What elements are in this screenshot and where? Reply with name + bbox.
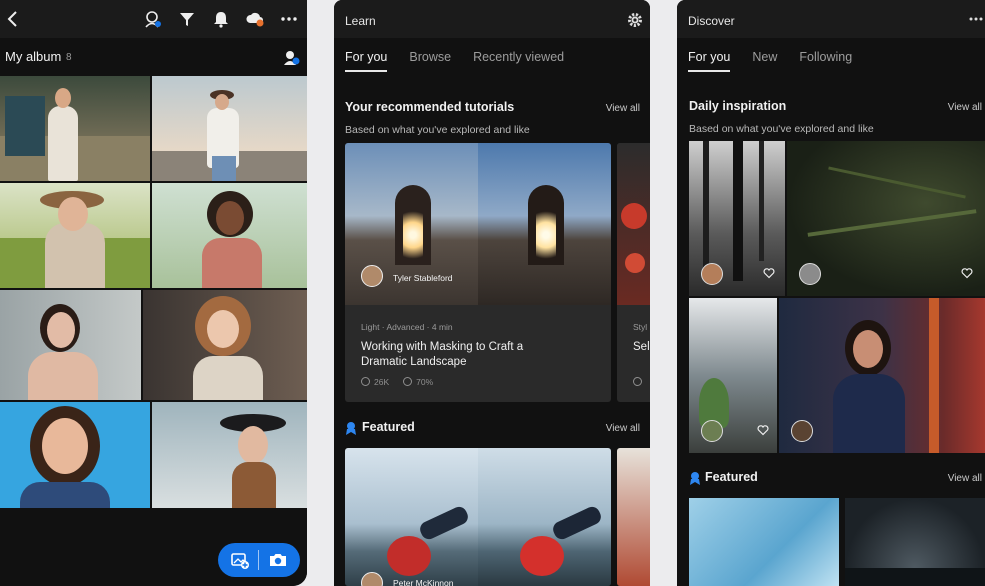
inspiration-photo[interactable]: [779, 298, 985, 453]
avatar: [791, 420, 813, 442]
featured-photo[interactable]: [845, 498, 985, 586]
album-count: 8: [66, 52, 72, 63]
album-photo[interactable]: [0, 402, 150, 508]
discover-header: Discover: [677, 0, 985, 38]
eye-icon: [361, 377, 370, 386]
import-capture-fab[interactable]: [218, 543, 300, 577]
tutorial-stats: [633, 377, 646, 386]
more-icon[interactable]: [969, 16, 983, 22]
section-title: Daily inspiration: [689, 99, 787, 113]
view-all-link[interactable]: View all: [606, 103, 640, 114]
section-subtitle: Based on what you've explored and like: [345, 124, 530, 136]
screenshot-stage: My album 8 Learn For you Browse Recently…: [0, 0, 985, 586]
album-photo[interactable]: [143, 290, 307, 400]
discover-tabs: For you New Following: [688, 50, 852, 72]
tutorial-after-image: [478, 143, 611, 305]
tutorial-title-line-2: Dramatic Landscape: [361, 356, 467, 368]
album-photo[interactable]: [0, 183, 150, 288]
view-all-link[interactable]: View all: [948, 102, 982, 113]
share-album-icon[interactable]: [282, 48, 300, 66]
album-photo[interactable]: [0, 76, 150, 181]
heart-icon[interactable]: [757, 424, 769, 436]
section-title: Featured: [705, 470, 758, 484]
tab-recently-viewed[interactable]: Recently viewed: [473, 50, 564, 72]
cloud-sync-icon[interactable]: [245, 9, 265, 29]
album-screen: My album 8: [0, 0, 307, 586]
album-photo[interactable]: [152, 76, 307, 181]
page-title: Learn: [345, 14, 376, 28]
avatar: [701, 420, 723, 442]
album-photo[interactable]: [152, 402, 307, 508]
tab-following[interactable]: Following: [799, 50, 852, 72]
tab-browse[interactable]: Browse: [409, 50, 451, 72]
more-icon[interactable]: [279, 9, 299, 29]
tutorial-stats: 26K 70%: [361, 377, 433, 387]
author-name: Tyler Stableford: [393, 273, 453, 283]
album-photo[interactable]: [0, 290, 141, 400]
people-search-icon[interactable]: [143, 9, 163, 29]
eye-icon: [633, 377, 642, 386]
inspiration-photo[interactable]: [689, 141, 785, 296]
heart-icon[interactable]: [763, 267, 775, 279]
discover-screen: Discover For you New Following Daily ins…: [677, 0, 985, 586]
section-title: Your recommended tutorials: [345, 100, 515, 114]
fab-divider: [258, 550, 260, 570]
globe-icon: [403, 377, 413, 386]
add-photo-icon[interactable]: [230, 550, 250, 570]
view-all-link[interactable]: View all: [948, 473, 982, 484]
page-title: Discover: [688, 14, 735, 28]
views-stat: 26K: [361, 377, 389, 387]
tab-for-you[interactable]: For you: [345, 50, 388, 72]
heart-icon[interactable]: [961, 267, 973, 279]
rating-value: 70%: [416, 377, 434, 387]
tutorial-card[interactable]: Tyler Stableford Light · Advanced · 4 mi…: [345, 143, 611, 402]
gear-icon[interactable]: [627, 12, 643, 28]
tutorial-title: Sele: [633, 341, 650, 353]
tutorial-next-image: [617, 143, 650, 305]
avatar: [701, 263, 723, 285]
tutorial-card-next[interactable]: Styl Sele: [617, 143, 650, 402]
album-header: My album 8: [0, 38, 307, 76]
camera-icon[interactable]: [268, 550, 288, 570]
tutorial-title-line-1: Working with Masking to Craft a: [361, 341, 524, 353]
album-photo[interactable]: [152, 183, 307, 288]
learn-screen: Learn For you Browse Recently viewed You…: [334, 0, 650, 586]
featured-card-next[interactable]: [617, 448, 650, 586]
view-all-link[interactable]: View all: [606, 423, 640, 434]
inspiration-photo[interactable]: [787, 141, 985, 296]
inspiration-photo[interactable]: [689, 298, 777, 453]
featured-before-image: [345, 448, 478, 586]
tab-for-you[interactable]: For you: [688, 50, 731, 72]
avatar: [361, 265, 383, 287]
album-name: My album: [5, 49, 62, 64]
rating-stat: 70%: [403, 377, 433, 387]
section-title: Featured: [362, 420, 415, 434]
featured-card[interactable]: Peter McKinnon: [345, 448, 611, 586]
bell-icon[interactable]: [211, 9, 231, 29]
featured-icon: [346, 422, 356, 435]
tutorial-meta: Styl: [633, 322, 648, 332]
views-count: 26K: [374, 377, 390, 387]
back-icon[interactable]: [5, 10, 21, 28]
featured-next-image: [617, 448, 650, 586]
featured-photo[interactable]: [689, 498, 839, 586]
learn-tabs: For you Browse Recently viewed: [345, 50, 564, 72]
tab-new[interactable]: New: [752, 50, 777, 72]
avatar: [799, 263, 821, 285]
author-name: Peter McKinnon: [393, 578, 454, 586]
section-subtitle: Based on what you've explored and like: [689, 123, 874, 135]
learn-header: Learn: [334, 0, 650, 38]
tutorial-meta: Light · Advanced · 4 min: [361, 322, 453, 332]
featured-icon: [690, 472, 700, 485]
album-toolbar: [0, 0, 307, 38]
filter-icon[interactable]: [177, 9, 197, 29]
featured-after-image: [478, 448, 611, 586]
